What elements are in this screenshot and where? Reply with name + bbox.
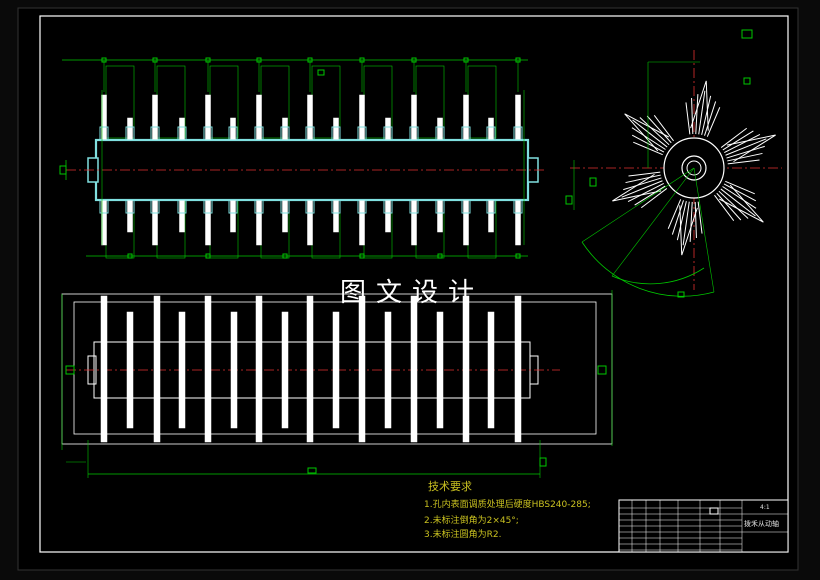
tine-lower	[333, 199, 339, 233]
tine-upper	[385, 117, 391, 141]
tine-lower	[463, 199, 469, 246]
tine-upper	[515, 94, 521, 141]
tine-lower	[437, 199, 443, 233]
tine-upper	[411, 94, 417, 141]
tech-req-item-1: 1.孔内表面调质处理后硬度HBS240-285;	[424, 500, 591, 510]
tine-bar	[436, 311, 444, 429]
tech-req-item-2: 2.未标注倒角为2×45°;	[424, 516, 519, 526]
tine-upper	[359, 94, 365, 141]
tine-lower	[411, 199, 417, 246]
tine-bar	[255, 295, 263, 443]
tine-lower	[152, 199, 158, 246]
tine-upper	[256, 94, 262, 141]
tine-bar	[100, 295, 108, 443]
tine-upper	[437, 117, 443, 141]
tine-lower	[127, 199, 133, 233]
tine-upper	[179, 117, 185, 141]
tine-lower	[179, 199, 185, 233]
tine-bar	[514, 295, 522, 443]
tine-bar	[462, 295, 470, 443]
tine-bar	[204, 295, 212, 443]
tine-upper	[307, 94, 313, 141]
tine-bar	[332, 311, 340, 429]
tine-upper	[463, 94, 469, 141]
tine-bar	[153, 295, 161, 443]
tine-bar	[487, 311, 495, 429]
tech-req-item-3: 3.未标注圆角为R2.	[424, 530, 502, 540]
tech-req-title: 技术要求	[428, 480, 472, 493]
tine-upper	[205, 94, 211, 141]
tine-lower	[359, 199, 365, 246]
title-block-part-name: 拨禾从动轴	[744, 520, 779, 528]
tine-lower	[307, 199, 313, 246]
tine-lower	[385, 199, 391, 233]
tine-lower	[205, 199, 211, 246]
tine-lower	[230, 199, 236, 233]
tine-bar	[358, 295, 366, 443]
tine-bar	[230, 311, 238, 429]
tine-lower	[488, 199, 494, 233]
tine-bar	[126, 311, 134, 429]
tine-upper	[333, 117, 339, 141]
tine-upper	[127, 117, 133, 141]
tine-upper	[282, 117, 288, 141]
tine-upper	[230, 117, 236, 141]
tine-bar	[384, 311, 392, 429]
tine-bar	[281, 311, 289, 429]
tine-lower	[282, 199, 288, 233]
tine-bar	[410, 295, 418, 443]
tine-upper	[152, 94, 158, 141]
title-block-scale: 4:1	[760, 504, 770, 511]
tine-bar	[178, 311, 186, 429]
tine-bar	[306, 295, 314, 443]
tine-upper	[488, 117, 494, 141]
tine-lower	[256, 199, 262, 246]
tine-lower	[515, 199, 521, 246]
watermark-text: 图文设计	[340, 278, 485, 308]
